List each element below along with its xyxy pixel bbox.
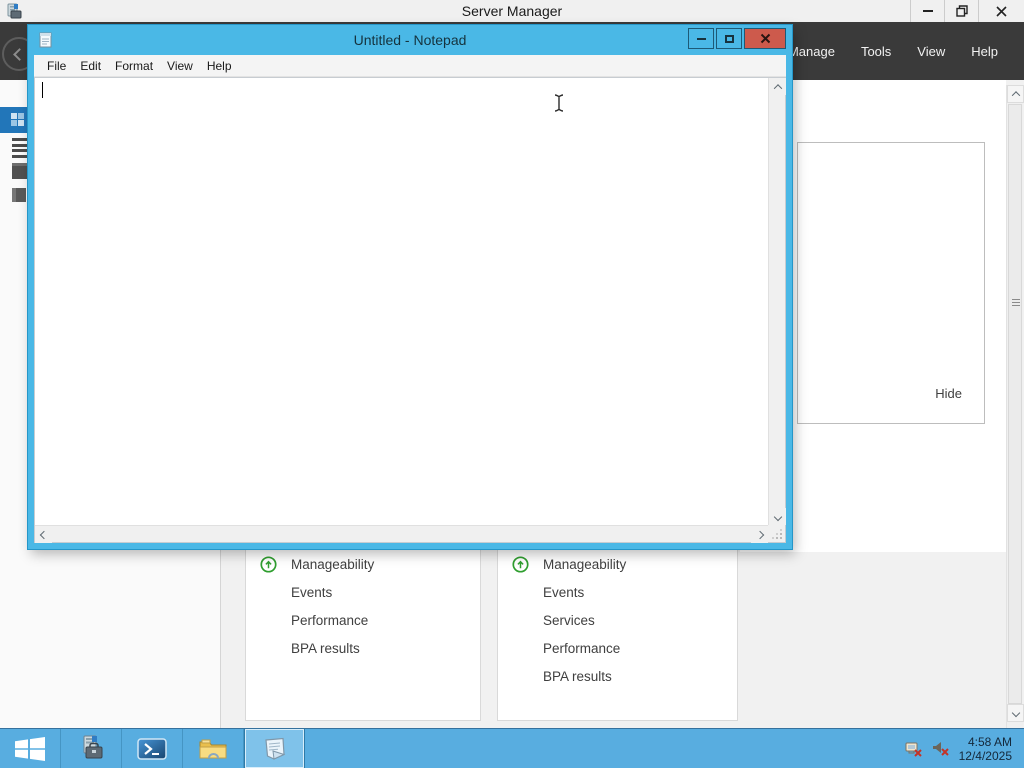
chevron-up-icon <box>1011 91 1020 100</box>
server-manager-menubar: Manage Tools View Help <box>788 22 1024 80</box>
scroll-up-button[interactable] <box>1007 85 1024 103</box>
notepad-window: Untitled - Notepad File Edit Format View… <box>28 25 792 549</box>
menu-file[interactable]: File <box>40 59 73 73</box>
hide-button[interactable]: Hide <box>935 386 962 401</box>
menu-view[interactable]: View <box>917 44 945 59</box>
scroll-left-button[interactable] <box>35 526 52 543</box>
maximize-icon <box>724 34 734 43</box>
scroll-up-button[interactable] <box>769 78 786 95</box>
scrollbar-grip-icon <box>1012 299 1020 308</box>
close-icon <box>760 33 770 44</box>
tile-link-performance[interactable]: Performance <box>543 641 620 656</box>
tile-link-bpa-results[interactable]: BPA results <box>291 641 360 656</box>
scroll-down-button[interactable] <box>769 508 786 525</box>
notepad-close-button[interactable] <box>744 28 786 49</box>
menu-tools[interactable]: Tools <box>861 44 891 59</box>
menu-edit[interactable]: Edit <box>73 59 108 73</box>
sidebar-item-file-storage-icon[interactable] <box>12 188 26 202</box>
taskbar-notepad-button[interactable] <box>244 729 305 768</box>
sidebar-item-local-server-icon[interactable] <box>12 138 27 160</box>
sidebar-item-all-servers-icon[interactable] <box>12 163 27 179</box>
network-disconnected-icon[interactable] <box>905 741 923 757</box>
dashboard-icon <box>11 113 24 126</box>
clock-time: 4:58 AM <box>967 734 1012 749</box>
text-caret <box>42 82 43 98</box>
chevron-left-icon <box>39 530 48 539</box>
notepad-menubar: File Edit Format View Help <box>34 55 786 77</box>
status-up-icon <box>260 556 277 578</box>
status-up-icon <box>512 556 529 578</box>
powershell-icon <box>137 737 167 760</box>
resize-grip-icon <box>780 537 782 539</box>
tile-link-manageability[interactable]: Manageability <box>543 557 626 572</box>
restore-icon <box>955 5 968 17</box>
tile-link-events[interactable]: Events <box>543 585 584 600</box>
menu-manage[interactable]: Manage <box>788 44 835 59</box>
clock-date: 12/4/2025 <box>958 748 1012 763</box>
resize-grip[interactable] <box>768 525 785 542</box>
chevron-right-icon <box>755 530 764 539</box>
clock[interactable]: 4:58 AM 12/4/2025 <box>959 735 1012 763</box>
notepad-text-area[interactable] <box>34 77 786 543</box>
notepad-horizontal-scrollbar[interactable] <box>35 525 768 543</box>
restore-button[interactable] <box>944 0 978 22</box>
taskbar-file-explorer-button[interactable] <box>183 729 244 768</box>
windows-logo-icon <box>15 736 45 761</box>
desktop: Server Manager Manage Tools View Help Hi… <box>0 0 1024 768</box>
taskbar-powershell-button[interactable] <box>122 729 183 768</box>
menu-view[interactable]: View <box>160 59 200 73</box>
scroll-right-button[interactable] <box>751 526 768 543</box>
notepad-window-title: Untitled - Notepad <box>353 32 467 48</box>
notepad-maximize-button[interactable] <box>716 28 742 49</box>
tile-link-performance[interactable]: Performance <box>291 613 368 628</box>
system-tray: 4:58 AM 12/4/2025 <box>905 729 1024 768</box>
notepad-minimize-button[interactable] <box>688 28 714 49</box>
tile-link-bpa-results[interactable]: BPA results <box>543 669 612 684</box>
back-arrow-icon <box>12 47 26 61</box>
window-title: Server Manager <box>461 3 563 19</box>
server-manager-icon <box>83 735 102 759</box>
tile-link-manageability[interactable]: Manageability <box>291 557 374 572</box>
tile-link-events[interactable]: Events <box>291 585 332 600</box>
chevron-down-icon <box>1011 708 1020 718</box>
menu-help[interactable]: Help <box>200 59 239 73</box>
volume-muted-icon[interactable] <box>932 741 950 757</box>
vertical-scrollbar[interactable] <box>1006 85 1024 728</box>
start-button[interactable] <box>0 729 61 768</box>
tile-link-services[interactable]: Services <box>543 613 595 628</box>
file-explorer-icon <box>199 739 227 758</box>
text-cursor-icon <box>554 94 564 112</box>
scrollbar-thumb[interactable] <box>1008 104 1022 704</box>
scroll-down-button[interactable] <box>1007 704 1024 722</box>
chevron-down-icon <box>773 512 782 521</box>
close-button[interactable] <box>978 0 1024 22</box>
server-manager-titlebar: Server Manager <box>0 0 1024 22</box>
minimize-icon <box>696 37 706 40</box>
notepad-icon <box>264 737 285 760</box>
close-icon <box>996 5 1007 17</box>
notepad-vertical-scrollbar[interactable] <box>768 78 786 525</box>
taskbar: 4:58 AM 12/4/2025 <box>0 728 1024 768</box>
minimize-button[interactable] <box>910 0 944 22</box>
notepad-titlebar[interactable]: Untitled - Notepad <box>28 25 792 55</box>
taskbar-server-manager-button[interactable] <box>61 729 122 768</box>
menu-format[interactable]: Format <box>108 59 160 73</box>
menu-help[interactable]: Help <box>971 44 998 59</box>
minimize-icon <box>922 10 933 12</box>
chevron-up-icon <box>773 83 782 93</box>
welcome-panel: Hide <box>797 142 985 424</box>
